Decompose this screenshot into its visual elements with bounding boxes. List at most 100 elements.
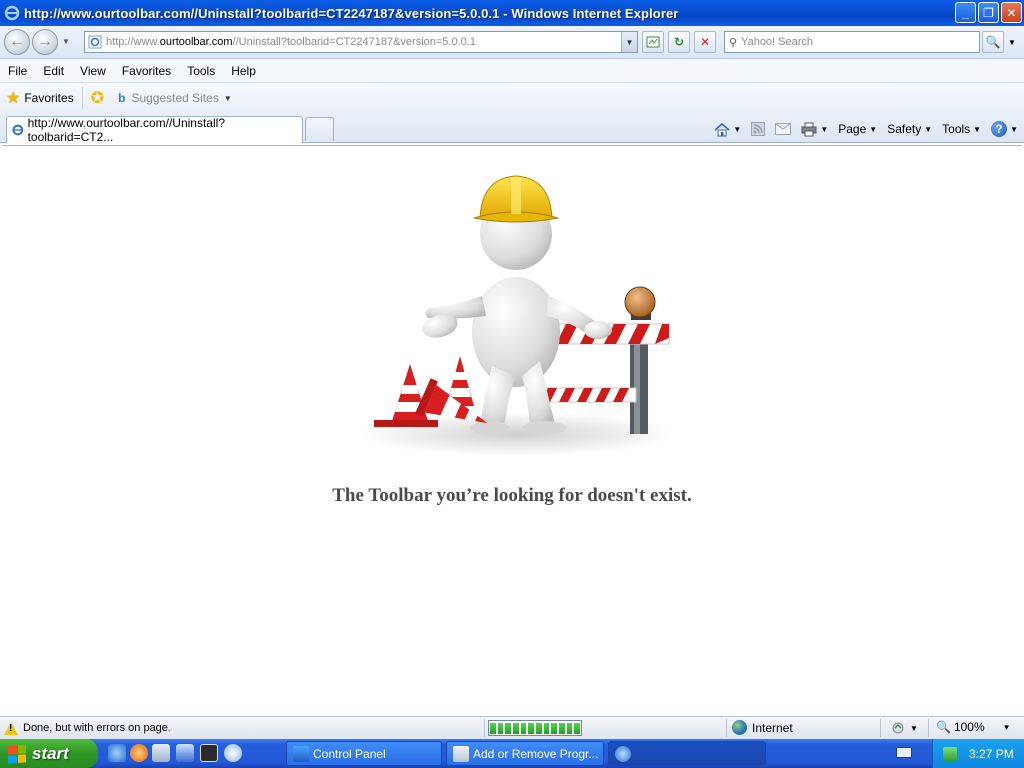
- print-dropdown-icon[interactable]: ▼: [820, 125, 828, 134]
- quicklaunch-media-icon[interactable]: [200, 744, 218, 762]
- progress-block: [513, 722, 519, 734]
- back-button[interactable]: ←: [4, 29, 30, 55]
- safety-menu-button[interactable]: Safety ▼: [887, 122, 932, 136]
- search-placeholder: Yahoo! Search: [741, 36, 814, 48]
- forward-button[interactable]: →: [32, 29, 58, 55]
- history-dropdown-icon[interactable]: ▼: [62, 37, 70, 46]
- menu-favorites[interactable]: Favorites: [114, 64, 179, 78]
- home-button[interactable]: ▼: [714, 122, 741, 137]
- restore-icon: ❐: [983, 5, 994, 20]
- keyboard-icon[interactable]: [896, 747, 912, 758]
- new-tab-button[interactable]: [305, 117, 334, 141]
- quicklaunch-firefox-icon[interactable]: [130, 744, 148, 762]
- chevron-down-icon: ▼: [1010, 124, 1018, 134]
- help-icon: ?: [991, 121, 1008, 137]
- zoom-level-button[interactable]: 🔍 100% ▼: [936, 720, 1011, 734]
- tab-label: http://www.ourtoolbar.com//Uninstall?too…: [27, 116, 225, 144]
- maximize-button[interactable]: ❐: [978, 2, 999, 23]
- security-zone[interactable]: Internet: [732, 720, 793, 735]
- safety-menu-label: Safety: [887, 122, 922, 136]
- menu-view[interactable]: View: [72, 64, 114, 78]
- search-box[interactable]: ⚲ Yahoo! Search: [724, 31, 980, 53]
- chevron-down-icon: ▼: [223, 93, 232, 103]
- suggested-sites-button[interactable]: b Suggested Sites ▼: [118, 91, 232, 105]
- menu-edit[interactable]: Edit: [35, 64, 72, 78]
- favorites-button[interactable]: ★ Favorites: [0, 88, 74, 108]
- start-label: start: [32, 743, 69, 763]
- stop-button[interactable]: ✕: [694, 31, 716, 53]
- magnifier-icon: 🔍: [985, 35, 1001, 49]
- navigation-bar: ← → ▼ http://www. ourtoolbar.com//Uninsta…: [0, 26, 1024, 59]
- quicklaunch-player-icon[interactable]: [224, 744, 242, 762]
- chevron-down-icon: ▼: [869, 124, 878, 134]
- taskbar: start Control Panel Add or Remove Progr.…: [0, 739, 1024, 768]
- close-window-button[interactable]: ✕: [1001, 2, 1022, 23]
- window-title-bar[interactable]: http://www.ourtoolbar.com//Uninstall?too…: [0, 0, 1024, 26]
- status-separator: [726, 719, 727, 737]
- favorites-star-icon: ★: [6, 90, 21, 107]
- start-button[interactable]: start: [0, 739, 98, 768]
- command-bar: ▼ ▼ Page ▼ Safety ▼ Tools ▼ ? ▼: [704, 118, 1018, 140]
- progress-block: [566, 722, 573, 734]
- compatibility-view-button[interactable]: [642, 31, 664, 53]
- chevron-down-icon: ▼: [973, 124, 982, 134]
- progress-block: [543, 722, 550, 734]
- url-path: //Uninstall?toolbarid=CT2247187&version=…: [232, 36, 476, 48]
- tools-menu-button[interactable]: Tools ▼: [942, 122, 981, 136]
- chevron-down-icon: ▼: [910, 723, 918, 733]
- windows-logo-icon: [8, 743, 26, 764]
- home-dropdown-icon[interactable]: ▼: [733, 125, 741, 134]
- zone-label: Internet: [752, 720, 793, 735]
- progress-block: [520, 722, 527, 734]
- print-button[interactable]: ▼: [801, 122, 828, 137]
- page-menu-button[interactable]: Page ▼: [838, 122, 877, 136]
- feeds-button[interactable]: [751, 122, 766, 136]
- minimize-button[interactable]: _: [955, 2, 976, 23]
- status-message[interactable]: Done, but with errors on page.: [0, 721, 480, 735]
- tab-active[interactable]: http://www.ourtoolbar.com//Uninstall?too…: [6, 116, 303, 144]
- network-icon[interactable]: [943, 746, 957, 761]
- refresh-button[interactable]: ↻: [668, 31, 690, 53]
- search-options-dropdown-icon[interactable]: ▼: [1008, 38, 1016, 47]
- url-host: ourtoolbar.com: [159, 36, 233, 48]
- progress-block: [574, 722, 581, 734]
- url-prefix: http://www.: [106, 36, 160, 48]
- address-dropdown-icon[interactable]: ▼: [621, 32, 637, 52]
- mail-icon: [775, 123, 792, 135]
- page-content: The Toolbar you’re looking for doesn't e…: [2, 145, 1022, 715]
- internet-explorer-icon: [4, 5, 20, 21]
- favorites-label: Favorites: [24, 91, 74, 105]
- address-bar[interactable]: http://www. ourtoolbar.com//Uninstall?too…: [84, 31, 638, 53]
- close-icon: ✕: [1006, 5, 1017, 20]
- internet-globe-icon: [732, 720, 747, 735]
- stop-icon: ✕: [699, 35, 711, 49]
- back-arrow-icon: ←: [9, 33, 25, 50]
- quicklaunch-settings-icon[interactable]: [176, 744, 194, 762]
- search-button[interactable]: 🔍: [982, 31, 1004, 53]
- taskbar-item-control-panel[interactable]: Control Panel: [286, 741, 442, 766]
- page-ie-icon: [88, 35, 102, 49]
- menu-tools[interactable]: Tools: [179, 64, 223, 78]
- add-to-favorites-bar-icon[interactable]: ✪: [91, 88, 104, 108]
- quicklaunch-3d-box-icon[interactable]: [152, 744, 170, 762]
- refresh-icon: ↻: [673, 35, 685, 49]
- window-title: http://www.ourtoolbar.com//Uninstall?too…: [24, 5, 679, 21]
- construction-worker-illustration: [357, 175, 677, 456]
- status-separator: [928, 719, 929, 737]
- taskbar-item-add-remove-programs[interactable]: Add or Remove Progr...: [446, 741, 604, 766]
- status-text: Done, but with errors on page.: [23, 722, 171, 734]
- taskbar-item-internet-explorer[interactable]: [608, 741, 766, 766]
- status-bar: Done, but with errors on page. Internet …: [0, 716, 1024, 739]
- read-mail-button[interactable]: [775, 123, 792, 135]
- search-icon: ⚲: [729, 36, 738, 49]
- compatibility-view-icon: [646, 36, 660, 48]
- clock[interactable]: 3:27 PM: [969, 747, 1014, 761]
- menu-help[interactable]: Help: [223, 64, 264, 78]
- quicklaunch-ie-icon[interactable]: [108, 744, 126, 762]
- menu-file[interactable]: File: [0, 64, 35, 78]
- help-menu-button[interactable]: ? ▼: [991, 121, 1018, 137]
- protected-mode-button[interactable]: ▼: [890, 721, 918, 735]
- favorites-bar: ★ Favorites ✪ b Suggested Sites ▼: [0, 83, 1024, 113]
- zoom-label: 100%: [953, 720, 985, 734]
- chevron-down-icon: ▼: [1002, 722, 1011, 732]
